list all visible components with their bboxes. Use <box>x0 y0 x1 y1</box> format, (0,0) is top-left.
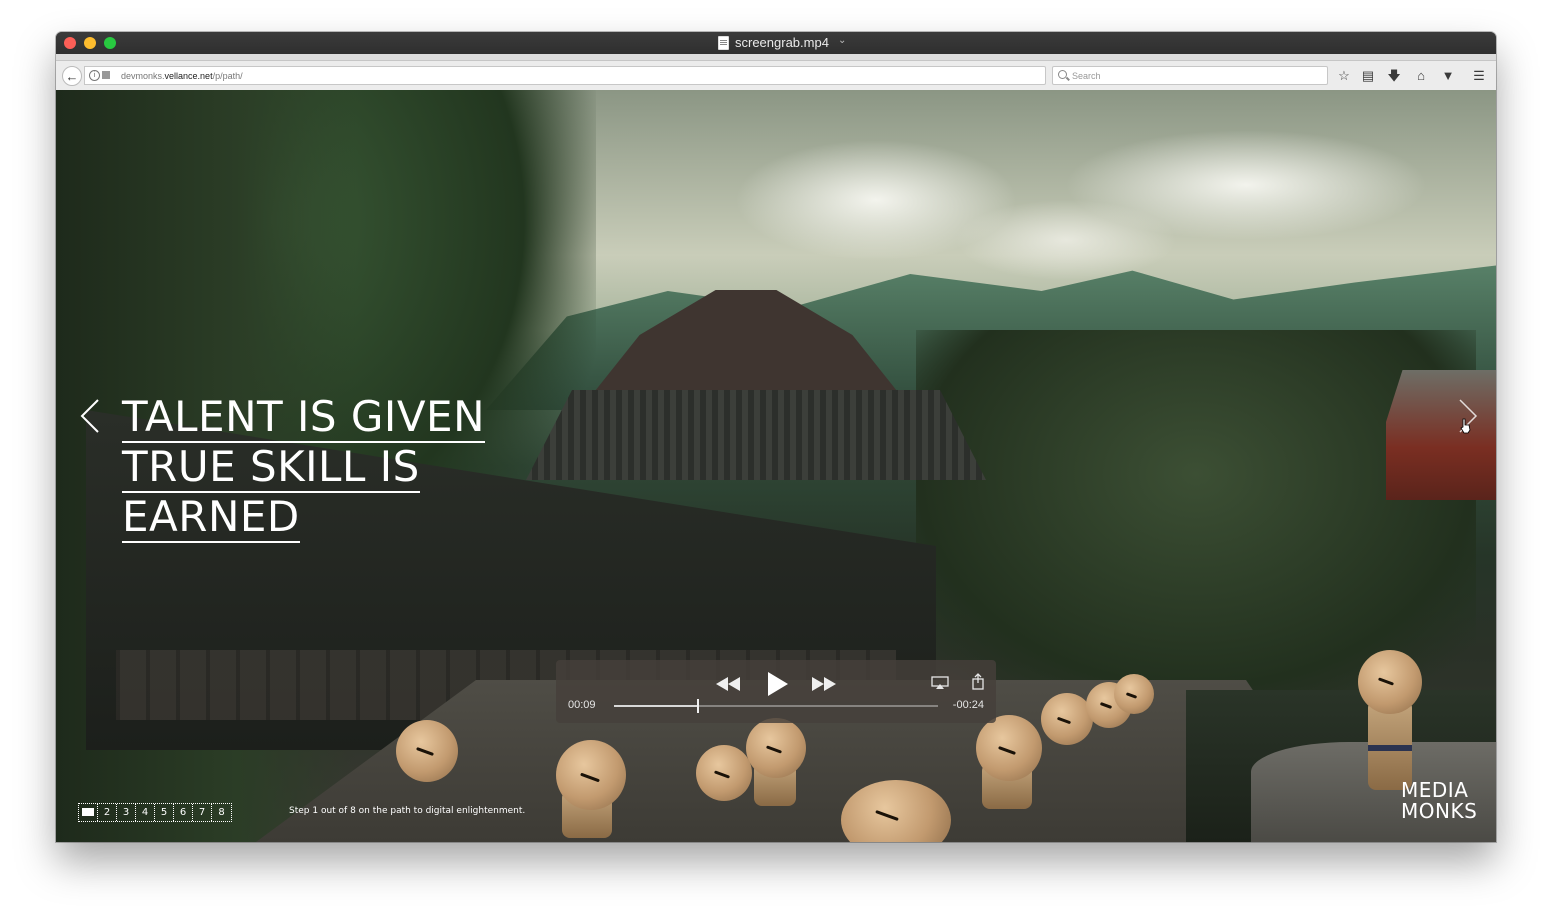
fast-forward-icon[interactable] <box>810 675 838 693</box>
window-title: screengrab.mp4 <box>735 35 829 50</box>
hand-cursor-icon <box>1460 418 1471 434</box>
red-temple <box>1386 370 1496 500</box>
headline-text: TRUE SKILL IS <box>122 442 420 493</box>
close-window-button[interactable] <box>64 37 76 49</box>
url-prefix: devmonks. <box>121 71 165 81</box>
previous-arrow-icon[interactable] <box>78 398 104 434</box>
reading-list-icon[interactable]: ▤ <box>1358 66 1378 86</box>
scrubber-track[interactable] <box>614 699 938 713</box>
url-text[interactable]: devmonks.vellance.net/p/path/ <box>121 71 243 81</box>
rewind-icon[interactable] <box>714 675 742 693</box>
page-icon <box>102 71 110 79</box>
logo-line-2: MONKS <box>1401 799 1478 823</box>
headline-line: TALENT IS GIVEN <box>122 392 486 443</box>
chevron-down-icon[interactable]: ⌄ <box>838 35 846 46</box>
trees-right <box>916 330 1476 690</box>
elapsed-time: 00:09 <box>568 699 596 711</box>
document-icon <box>718 36 729 50</box>
step-item[interactable]: 4 <box>136 804 155 821</box>
navigation-toolbar: ← i devmonks.vellance.net/p/path/ ↻ Sear… <box>56 54 1496 91</box>
search-input[interactable]: Search <box>1052 66 1328 85</box>
search-icon <box>1058 70 1067 79</box>
step-item[interactable]: 3 <box>117 804 136 821</box>
menu-icon[interactable]: ☰ <box>1469 66 1489 86</box>
step-item[interactable]: 7 <box>193 804 212 821</box>
pocket-icon[interactable]: ▼ <box>1438 66 1458 86</box>
step-item[interactable]: 5 <box>155 804 174 821</box>
url-domain: vellance.net <box>164 71 213 81</box>
step-caption: Step 1 out of 8 on the path to digital e… <box>289 806 526 816</box>
remaining-time: -00:24 <box>952 699 984 711</box>
step-item-1[interactable] <box>79 804 98 821</box>
headline-line: EARNED <box>122 492 485 543</box>
temple-tiles <box>526 390 986 480</box>
download-icon[interactable]: 🡇 <box>1384 66 1404 86</box>
scrubber-progress <box>614 705 699 707</box>
scrubber-handle[interactable] <box>697 699 700 713</box>
browser-window: screengrab.mp4 ⌄ ← i devmonks.vellance.n… <box>56 32 1496 842</box>
video-controls: 00:09 -00:24 <box>556 660 996 723</box>
headline-text: EARNED <box>122 492 300 543</box>
airplay-icon[interactable] <box>931 676 949 690</box>
zoom-window-button[interactable] <box>104 37 116 49</box>
step-item[interactable]: 8 <box>212 804 231 821</box>
mediamonks-logo: MEDIA MONKS <box>1401 780 1477 822</box>
hero-headline: TALENT IS GIVEN TRUE SKILL IS EARNED <box>122 392 486 543</box>
url-path: /p/path/ <box>212 71 243 81</box>
title-bar: screengrab.mp4 ⌄ <box>56 32 1496 54</box>
video-frame[interactable]: TALENT IS GIVEN TRUE SKILL IS EARNED 00:… <box>56 90 1496 842</box>
back-button[interactable]: ← <box>62 66 82 86</box>
tab-strip <box>56 54 1496 61</box>
active-step-marker <box>82 808 94 816</box>
step-navigator: 2 3 4 5 6 7 8 <box>78 803 232 822</box>
step-item[interactable]: 6 <box>174 804 193 821</box>
search-placeholder: Search <box>1072 71 1101 81</box>
star-icon[interactable]: ☆ <box>1334 66 1354 86</box>
headline-line: TRUE SKILL IS <box>122 442 485 493</box>
info-icon[interactable]: i <box>89 70 100 81</box>
url-bar[interactable]: i devmonks.vellance.net/p/path/ ↻ <box>84 66 1067 85</box>
home-icon[interactable]: ⌂ <box>1411 66 1431 86</box>
minimize-window-button[interactable] <box>84 37 96 49</box>
logo-line-1: MEDIA <box>1401 778 1469 802</box>
headline-text: TALENT IS GIVEN <box>122 392 486 443</box>
step-item[interactable]: 2 <box>98 804 117 821</box>
share-icon[interactable] <box>971 673 985 690</box>
play-icon[interactable] <box>766 671 790 697</box>
